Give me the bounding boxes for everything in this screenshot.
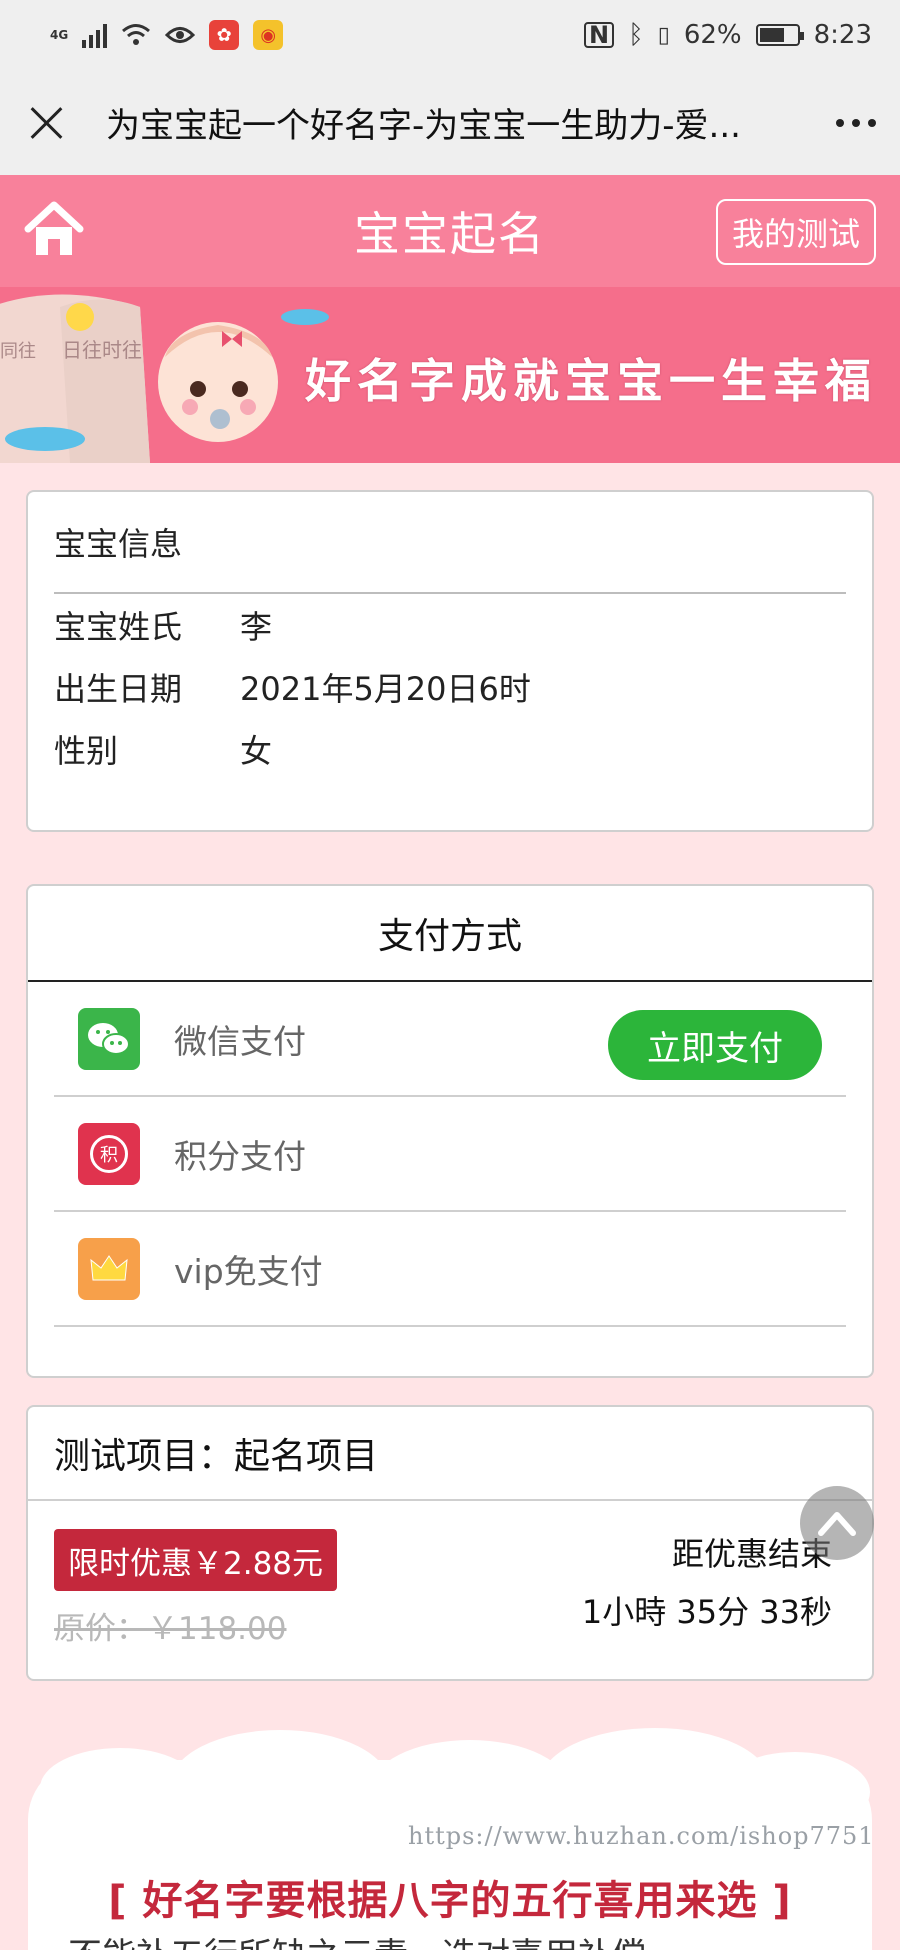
tip-subtitle: 不能补五行所缺之元素，选对喜用补偿: [68, 1928, 646, 1950]
points-icon: 积: [78, 1122, 140, 1185]
battery-percent: 62%: [683, 20, 742, 50]
battery-icon: [755, 24, 804, 46]
payment-option-vip[interactable]: vip免支付: [54, 1212, 846, 1327]
status-bar: 4G ✿ ◉ N ᛒ ▯ 62% 8:23: [0, 0, 900, 70]
test-item-card: 测试项目：起名项目 限时优惠￥2.88元 原价：￥118.00 距优惠结束 1小…: [26, 1405, 874, 1681]
test-item-heading: 测试项目：起名项目: [28, 1407, 872, 1501]
banner: 日往时往 同往 好名字成就宝宝一生幸福: [0, 287, 900, 463]
scroll-top-button[interactable]: [800, 1486, 874, 1560]
status-right: N ᛒ ▯ 62% 8:23: [584, 20, 872, 50]
weibo-icon: ◉: [253, 20, 284, 50]
info-row-gender: 性别 女: [28, 718, 872, 780]
banner-book-text: 日往时往: [62, 338, 142, 362]
wechat-icon: [78, 1007, 140, 1070]
info-value: 女: [240, 732, 273, 770]
network-type: 4G: [50, 28, 69, 42]
app-notification-icon: ✿: [209, 20, 240, 50]
tip-title: [ 好名字要根据八字的五行喜用来选 ]: [108, 1878, 792, 1924]
close-icon[interactable]: [24, 100, 70, 146]
more-menu-icon[interactable]: [836, 118, 876, 127]
original-price: 原价：￥118.00: [54, 1611, 287, 1647]
info-label: 性别: [54, 732, 119, 770]
webview-title: 为宝宝起一个好名字-为宝宝一生助力-爱...: [106, 106, 741, 146]
info-value: 李: [240, 608, 273, 646]
webview-title-bar: 为宝宝起一个好名字-为宝宝一生助力-爱...: [0, 70, 900, 175]
baby-info-card: 宝宝信息 宝宝姓氏 李 出生日期 2021年5月20日6时 性别 女: [26, 490, 874, 832]
payment-heading: 支付方式: [28, 886, 872, 982]
promo-badge: 限时优惠￥2.88元: [54, 1529, 338, 1591]
my-test-button[interactable]: 我的测试: [715, 199, 876, 265]
home-icon[interactable]: [22, 199, 86, 259]
banner-illustration: 日往时往 同往: [0, 294, 329, 463]
info-value: 2021年5月20日6时: [240, 670, 531, 708]
clock: 8:23: [813, 20, 872, 50]
payment-label: 积分支付: [174, 1136, 306, 1176]
eye-icon: [165, 27, 196, 43]
banner-book-text-2: 同往: [0, 341, 36, 362]
page-title: 宝宝起名: [354, 207, 546, 261]
bluetooth-icon: ᛒ: [628, 20, 644, 50]
info-row-surname: 宝宝姓氏 李: [28, 594, 872, 656]
points-icon-glyph: 积: [90, 1134, 128, 1173]
wifi-icon: [122, 24, 151, 45]
status-left: 4G ✿ ◉: [50, 20, 284, 50]
payment-label: 微信支付: [174, 1021, 306, 1061]
app-header: 宝宝起名 我的测试: [0, 175, 900, 287]
banner-slogan: 好名字成就宝宝一生幸福: [305, 354, 877, 408]
pay-now-button[interactable]: 立即支付: [608, 1010, 822, 1080]
crown-icon: [78, 1237, 140, 1300]
payment-card: 支付方式 微信支付 立即支付 积 积分支付 vip免支付: [26, 884, 874, 1378]
signal-icon: [82, 22, 108, 48]
payment-label: vip免支付: [174, 1251, 323, 1291]
baby-info-heading: 宝宝信息: [54, 492, 846, 594]
payment-option-points[interactable]: 积 积分支付: [54, 1097, 846, 1212]
info-label: 宝宝姓氏: [54, 608, 183, 646]
vibrate-icon: ▯: [657, 22, 670, 48]
info-label: 出生日期: [54, 670, 183, 708]
chevron-up-icon: [818, 1512, 856, 1536]
watermark-text: https://www.huzhan.com/ishop7751: [408, 1822, 875, 1850]
info-row-birthdate: 出生日期 2021年5月20日6时: [28, 656, 872, 718]
nfc-icon: N: [584, 22, 615, 48]
countdown-timer: 1小時 35分 33秒: [581, 1593, 832, 1631]
payment-option-wechat[interactable]: 微信支付 立即支付: [54, 982, 846, 1097]
